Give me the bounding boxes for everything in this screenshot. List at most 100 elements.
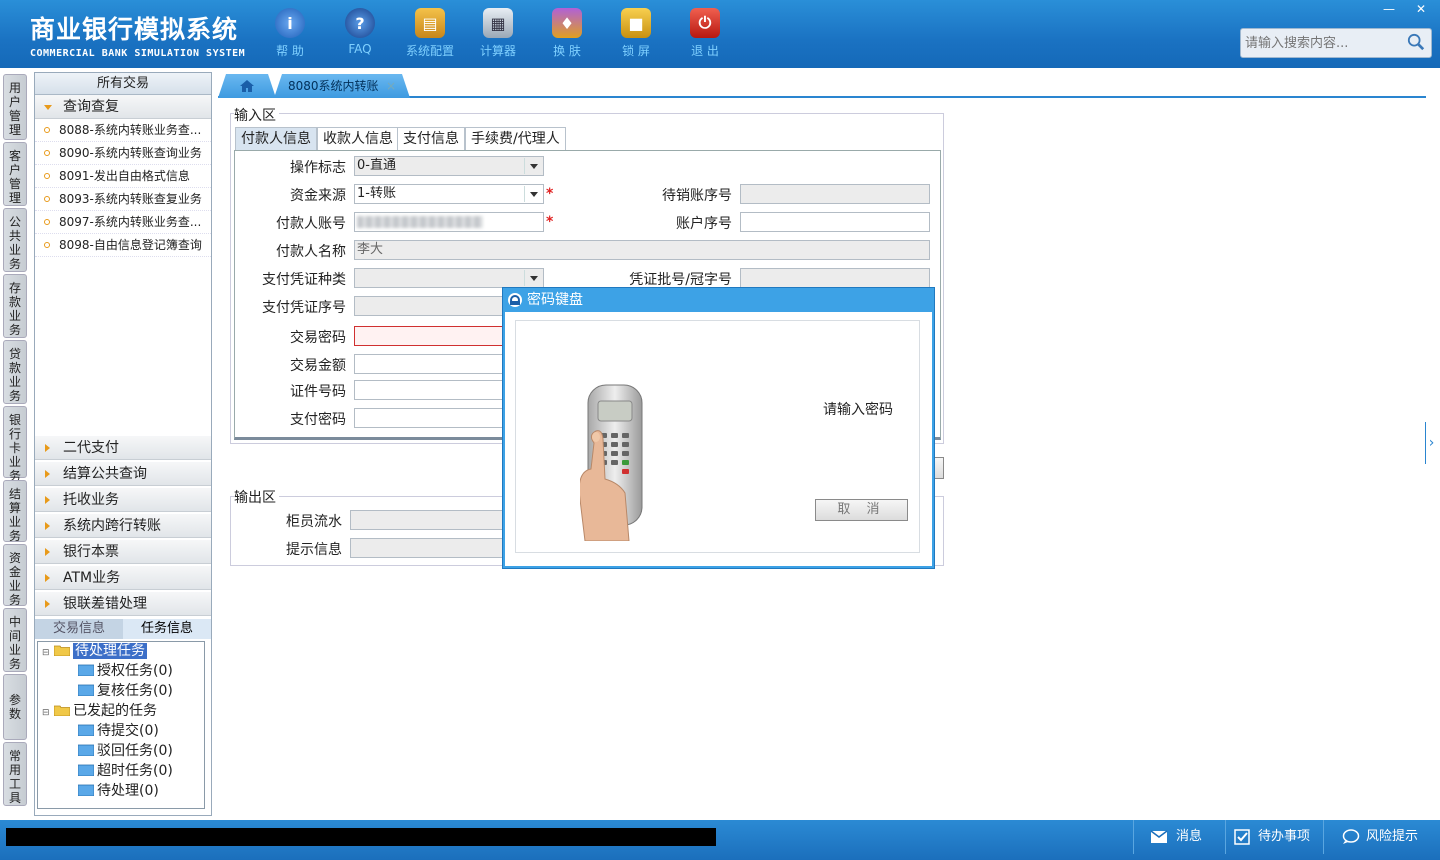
dialog-titlebar[interactable]: 密码键盘 bbox=[503, 288, 934, 312]
tree-node-to-submit[interactable]: 待提交(0) bbox=[78, 722, 159, 741]
task-tree: ⊟ 待处理任务 授权任务(0) 复核任务(0) ⊟ 已发起的任务 待提交(0) … bbox=[37, 641, 205, 809]
dialog-inner-frame: 请输入密码 取 消 bbox=[515, 320, 920, 553]
voucher-batch-field[interactable] bbox=[740, 268, 930, 288]
payer-account-field[interactable] bbox=[354, 212, 544, 232]
label-teller-flow: 柜员流水 bbox=[286, 514, 342, 530]
faq-label: FAQ bbox=[348, 42, 372, 56]
bullet-icon bbox=[44, 173, 50, 179]
group-label: 银联差错处理 bbox=[63, 596, 147, 612]
search-box bbox=[1240, 28, 1432, 58]
vtab-funds[interactable]: 资金业务 bbox=[3, 544, 27, 607]
search-input[interactable] bbox=[1241, 29, 1401, 57]
minimize-button[interactable]: — bbox=[1374, 0, 1404, 18]
vtab-intermediary[interactable]: 中间业务 bbox=[3, 608, 27, 672]
account-seq-field[interactable] bbox=[740, 212, 930, 232]
skin-button[interactable]: ♦ 换 肤 bbox=[537, 8, 597, 59]
group-bank-draft[interactable]: 银行本票 bbox=[35, 540, 211, 564]
pending-seq-field[interactable] bbox=[740, 184, 930, 204]
vtab-common-tools[interactable]: 常用工具 bbox=[3, 742, 27, 806]
tree-node-to-process[interactable]: 待处理(0) bbox=[78, 782, 159, 801]
vtab-user-mgmt[interactable]: 用户管理 bbox=[3, 74, 27, 140]
voucher-type-select[interactable] bbox=[354, 268, 544, 288]
password-keypad-dialog: 密码键盘 请输入密码 取 消 bbox=[502, 287, 935, 569]
teller-flow-field[interactable] bbox=[350, 510, 504, 530]
group-collection[interactable]: 托收业务 bbox=[35, 488, 211, 512]
group-interbank-transfer[interactable]: 系统内跨行转账 bbox=[35, 514, 211, 538]
vtab-deposit[interactable]: 存款业务 bbox=[3, 274, 27, 338]
close-window-button[interactable]: ✕ bbox=[1406, 0, 1436, 18]
page-tabs: 8080系统内转账 × bbox=[218, 72, 1426, 98]
group-settlement-query[interactable]: 结算公共查询 bbox=[35, 462, 211, 486]
dialog-title: 密码键盘 bbox=[527, 292, 583, 308]
calculator-button[interactable]: ▦ 计算器 bbox=[468, 8, 528, 59]
subtab-payee-info[interactable]: 收款人信息 bbox=[317, 127, 399, 150]
group-label: 结算公共查询 bbox=[63, 466, 147, 482]
op-flag-select[interactable]: 0-直通 bbox=[354, 156, 544, 176]
help-button[interactable]: i 帮 助 bbox=[260, 8, 320, 59]
nav-item-8097[interactable]: 8097-系统内转账业务查... bbox=[35, 211, 211, 234]
nav-item-8091[interactable]: 8091-发出自由格式信息 bbox=[35, 165, 211, 188]
group-label: 二代支付 bbox=[63, 440, 119, 456]
expand-right-icon[interactable]: › bbox=[1425, 422, 1437, 464]
nav-item-8093[interactable]: 8093-系统内转账查复业务 bbox=[35, 188, 211, 211]
pay-password-field[interactable] bbox=[354, 408, 504, 428]
group-query-reply[interactable]: 查询查复 bbox=[35, 95, 211, 119]
collapse-toggle-icon[interactable]: ⊟ bbox=[42, 648, 50, 658]
nav-item-8098[interactable]: 8098-自由信息登记簿查询 bbox=[35, 234, 211, 257]
collapse-toggle-icon[interactable]: ⊟ bbox=[42, 708, 50, 718]
vtab-public-business[interactable]: 公共业务 bbox=[3, 208, 27, 272]
nav-item-label: 8097-系统内转账业务查... bbox=[59, 215, 202, 229]
group-label: 查询查复 bbox=[63, 99, 119, 115]
vtab-settlement[interactable]: 结算业务 bbox=[3, 480, 27, 543]
faq-button[interactable]: ? FAQ bbox=[330, 8, 390, 56]
vtab-customer-mgmt[interactable]: 客户管理 bbox=[3, 142, 27, 206]
tab-home[interactable] bbox=[218, 74, 276, 98]
group-second-gen-payment[interactable]: 二代支付 bbox=[35, 436, 211, 460]
prompt-info-field[interactable] bbox=[350, 538, 504, 558]
tree-node-rejected[interactable]: 驳回任务(0) bbox=[78, 742, 173, 761]
nav-item-label: 8098-自由信息登记簿查询 bbox=[59, 238, 202, 252]
subtab-payment-info[interactable]: 支付信息 bbox=[397, 127, 465, 150]
settings-button[interactable]: ▤ 系统配置 bbox=[400, 8, 460, 59]
tree-node-label: 驳回任务(0) bbox=[97, 743, 173, 759]
id-number-field[interactable] bbox=[354, 380, 504, 400]
subtab-fee-agent[interactable]: 手续费/代理人 bbox=[465, 127, 566, 150]
amount-field[interactable] bbox=[354, 354, 504, 374]
vtab-loan[interactable]: 贷款业务 bbox=[3, 340, 27, 404]
required-mark: * bbox=[546, 214, 554, 230]
group-unionpay-error[interactable]: 银联差错处理 bbox=[35, 592, 211, 616]
messages-button[interactable]: 消息 bbox=[1133, 820, 1225, 854]
todo-button[interactable]: 待办事项 bbox=[1225, 820, 1323, 854]
calculator-icon: ▦ bbox=[483, 8, 513, 38]
subtab-payer-info[interactable]: 付款人信息 bbox=[235, 127, 317, 150]
risk-alert-button[interactable]: 风险提示 bbox=[1323, 820, 1440, 854]
payer-name-field[interactable]: 李大 bbox=[354, 240, 930, 260]
vtab-bank-card[interactable]: 银行卡业务 bbox=[3, 406, 27, 483]
tab-close-icon[interactable]: × bbox=[386, 74, 396, 98]
exit-button[interactable]: ⏻ 退 出 bbox=[675, 8, 735, 59]
tree-node-timeout[interactable]: 超时任务(0) bbox=[78, 762, 173, 781]
tree-node-pending[interactable]: ⊟ 待处理任务 bbox=[42, 642, 147, 661]
tab-8080-transfer[interactable]: 8080系统内转账 × bbox=[274, 74, 410, 98]
tree-node-initiated[interactable]: ⊟ 已发起的任务 bbox=[42, 702, 157, 721]
folder-icon bbox=[78, 684, 94, 696]
tree-node-review[interactable]: 复核任务(0) bbox=[78, 682, 173, 701]
trade-password-field[interactable] bbox=[354, 326, 504, 346]
group-label: 系统内跨行转账 bbox=[63, 518, 161, 534]
nav-item-8090[interactable]: 8090-系统内转账查询业务 bbox=[35, 142, 211, 165]
collapse-icon bbox=[45, 548, 50, 556]
lock-button[interactable]: ■ 锁 屏 bbox=[606, 8, 666, 59]
group-atm[interactable]: ATM业务 bbox=[35, 566, 211, 590]
tab-task-info[interactable]: 任务信息 bbox=[123, 619, 211, 639]
tree-node-auth[interactable]: 授权任务(0) bbox=[78, 662, 173, 681]
voucher-no-field[interactable] bbox=[354, 296, 504, 316]
lock-label: 锁 屏 bbox=[622, 44, 650, 58]
nav-item-8088[interactable]: 8088-系统内转账业务查... bbox=[35, 119, 211, 142]
todo-label: 待办事项 bbox=[1258, 829, 1311, 844]
cancel-button[interactable]: 取 消 bbox=[815, 499, 908, 521]
fund-source-select[interactable]: 1-转账 bbox=[354, 184, 544, 204]
input-area-legend: 输入区 bbox=[234, 105, 279, 125]
vtab-parameters[interactable]: 参数 bbox=[3, 674, 27, 740]
search-icon[interactable] bbox=[1407, 33, 1425, 51]
tab-transaction-info[interactable]: 交易信息 bbox=[35, 619, 123, 639]
